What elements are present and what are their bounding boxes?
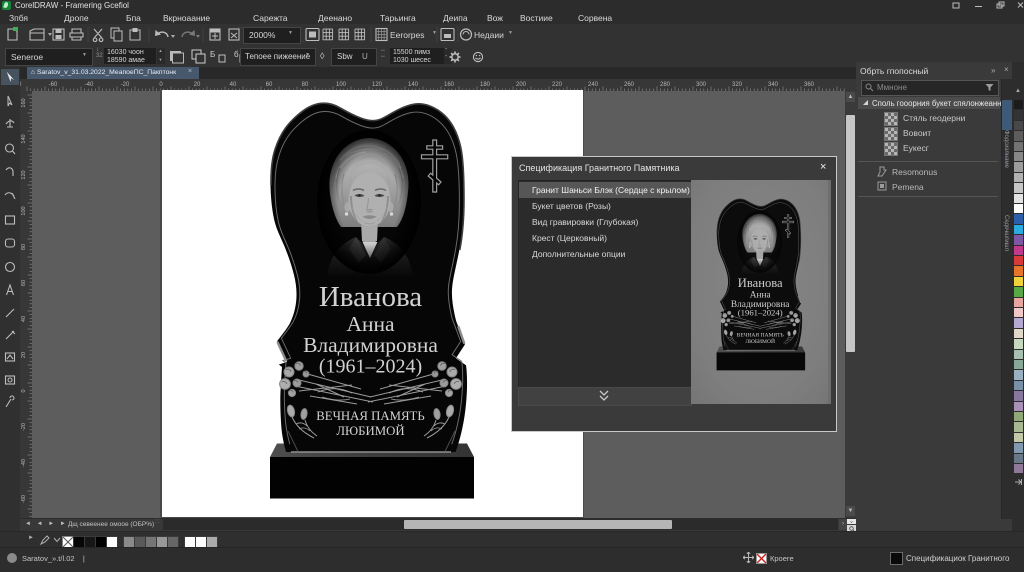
svg-text:(1961–2024): (1961–2024) bbox=[319, 356, 422, 378]
svg-text:-40: -40 bbox=[21, 459, 27, 467]
svg-text:360: 360 bbox=[804, 82, 815, 88]
svg-text:260: 260 bbox=[624, 82, 635, 88]
svg-text:Иванова: Иванова bbox=[319, 281, 422, 313]
svg-text:120: 120 bbox=[372, 82, 383, 88]
svg-text:140: 140 bbox=[408, 82, 419, 88]
svg-text:340: 340 bbox=[768, 82, 779, 88]
svg-text:100: 100 bbox=[336, 82, 347, 88]
svg-text:100: 100 bbox=[21, 206, 27, 215]
svg-text:Б: Б bbox=[210, 50, 215, 59]
svg-text:220: 220 bbox=[552, 82, 563, 88]
svg-text:40: 40 bbox=[230, 82, 237, 88]
svg-text:-20: -20 bbox=[21, 423, 27, 431]
svg-text:80: 80 bbox=[21, 244, 27, 250]
svg-text:-60: -60 bbox=[21, 495, 27, 503]
svg-text:40: 40 bbox=[21, 316, 27, 322]
svg-text:-80: -80 bbox=[20, 82, 22, 88]
svg-text:280: 280 bbox=[660, 82, 671, 88]
svg-text:180: 180 bbox=[480, 82, 491, 88]
svg-text:240: 240 bbox=[588, 82, 599, 88]
svg-text:200: 200 bbox=[516, 82, 527, 88]
svg-text:60: 60 bbox=[266, 82, 273, 88]
svg-text:-40: -40 bbox=[85, 82, 94, 88]
svg-text:60: 60 bbox=[21, 280, 27, 286]
svg-text:320: 320 bbox=[732, 82, 743, 88]
svg-text:Владимировна: Владимировна bbox=[303, 333, 438, 357]
svg-text:80: 80 bbox=[302, 82, 309, 88]
svg-text:140: 140 bbox=[21, 134, 27, 143]
svg-text:160: 160 bbox=[444, 82, 455, 88]
svg-text:ЛЮБИМОЙ: ЛЮБИМОЙ bbox=[336, 424, 404, 438]
svg-text:20: 20 bbox=[194, 82, 201, 88]
svg-text:0: 0 bbox=[21, 389, 27, 392]
svg-text:120: 120 bbox=[21, 170, 27, 179]
svg-text:300: 300 bbox=[696, 82, 707, 88]
svg-text:20: 20 bbox=[21, 352, 27, 358]
svg-text:0: 0 bbox=[159, 82, 163, 88]
svg-text:160: 160 bbox=[21, 98, 27, 107]
svg-text:-20: -20 bbox=[121, 82, 130, 88]
svg-text:-60: -60 bbox=[49, 82, 58, 88]
svg-text:ВЕЧНАЯ ПАМЯТЬ: ВЕЧНАЯ ПАМЯТЬ bbox=[316, 409, 424, 423]
svg-text:б: б bbox=[234, 50, 239, 59]
